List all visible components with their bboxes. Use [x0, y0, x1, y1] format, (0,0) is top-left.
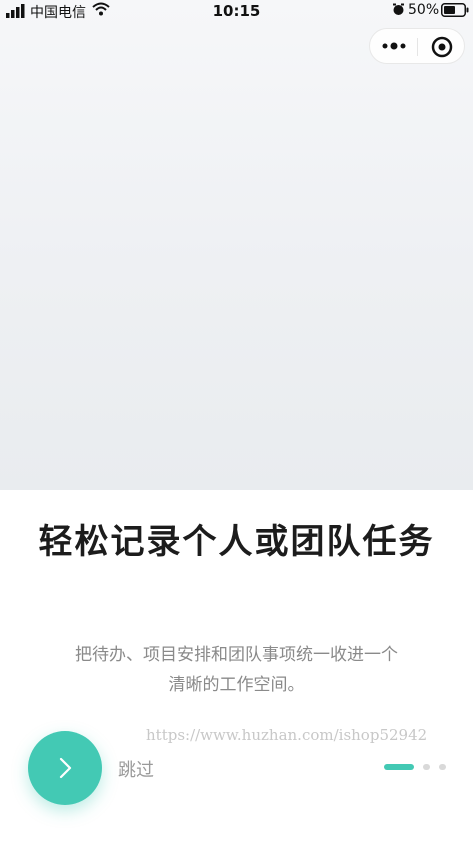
skip-button[interactable]: 跳过 [118, 756, 154, 782]
capsule-divider [417, 38, 418, 56]
subtitle-line: 清晰的工作空间。 [168, 675, 305, 695]
alarm-icon [393, 3, 404, 15]
page-dot-active [384, 764, 414, 770]
page-dot [439, 764, 446, 770]
watermark-url: https://www.huzhan.com/ishop52942 [146, 726, 428, 744]
chevron-right-icon [59, 757, 72, 779]
subtitle-line: 把待办、项目安排和团队事项统一收进一个 [75, 645, 398, 665]
battery-icon [441, 3, 469, 17]
status-bar: 中国电信 10:15 50% [0, 0, 473, 22]
mini-program-capsule [369, 28, 465, 64]
hero-image-area [0, 0, 473, 490]
onboarding-subtitle: 把待办、项目安排和团队事项统一收进一个 清晰的工作空间。 [52, 640, 421, 700]
target-circle-icon[interactable] [431, 36, 453, 58]
page-indicator [384, 764, 448, 772]
next-button[interactable] [28, 731, 102, 805]
page-dot [423, 764, 430, 770]
more-dots-icon[interactable] [382, 40, 408, 52]
onboarding-title: 轻松记录个人或团队任务 [38, 522, 435, 562]
battery-percent: 50% [408, 2, 440, 18]
